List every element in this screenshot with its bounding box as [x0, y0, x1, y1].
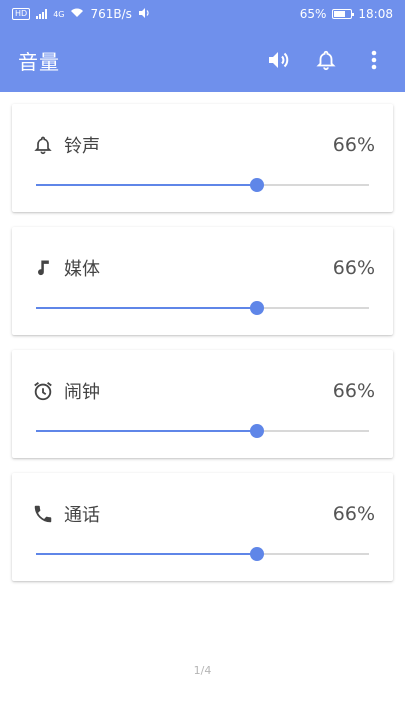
- battery-percent: 65%: [299, 7, 327, 21]
- volume-value: 66%: [332, 380, 375, 402]
- speaker-icon[interactable]: [265, 47, 291, 73]
- slider-thumb[interactable]: [250, 424, 265, 438]
- volume-card-alarm: 闹钟 66%: [12, 350, 393, 458]
- more-vert-icon[interactable]: [361, 47, 387, 73]
- network-speed: 761B/s: [90, 7, 132, 21]
- slider-thumb[interactable]: [250, 178, 265, 192]
- app-bar-actions: [265, 47, 387, 73]
- battery-icon: [332, 9, 355, 19]
- wifi-icon: [70, 7, 84, 21]
- slider-fill: [36, 553, 258, 555]
- volume-card-ringtone: 铃声 66%: [12, 104, 393, 212]
- page-indicator: 1/4: [193, 664, 212, 677]
- volume-value: 66%: [332, 257, 375, 279]
- cell-signal-icon: [36, 9, 48, 19]
- bell-icon: [32, 134, 54, 156]
- hd-indicator: HD: [12, 8, 31, 20]
- volume-card-media: 媒体 66%: [12, 227, 393, 335]
- alarm-volume-slider[interactable]: [36, 422, 369, 440]
- slider-fill: [36, 430, 258, 432]
- status-left: HD 4G 761B/s: [12, 7, 150, 22]
- music-note-icon: [32, 257, 54, 279]
- slider-fill: [36, 184, 258, 186]
- status-bar: HD 4G 761B/s 65% 18:08: [0, 0, 405, 28]
- volume-card-call: 通话 66%: [12, 473, 393, 581]
- bell-icon[interactable]: [313, 47, 339, 73]
- phone-icon: [32, 503, 54, 525]
- slider-fill: [36, 307, 258, 309]
- alarm-clock-icon: [32, 380, 54, 402]
- app-bar: 音量: [0, 28, 405, 92]
- call-volume-slider[interactable]: [36, 545, 369, 563]
- status-right: 65% 18:08: [300, 7, 393, 21]
- volume-value: 66%: [332, 503, 375, 525]
- ringtone-volume-slider[interactable]: [36, 176, 369, 194]
- volume-label: 铃声: [64, 136, 100, 157]
- media-volume-slider[interactable]: [36, 299, 369, 317]
- volume-label: 闹钟: [64, 382, 100, 403]
- clock: 18:08: [358, 7, 393, 21]
- volume-status-icon: [138, 7, 150, 22]
- network-type: 4G: [53, 9, 65, 19]
- volume-label: 媒体: [64, 259, 100, 280]
- slider-thumb[interactable]: [250, 547, 265, 561]
- page-title: 音量: [18, 49, 60, 74]
- volume-value: 66%: [332, 134, 375, 156]
- slider-thumb[interactable]: [250, 301, 265, 315]
- volume-label: 通话: [64, 505, 100, 526]
